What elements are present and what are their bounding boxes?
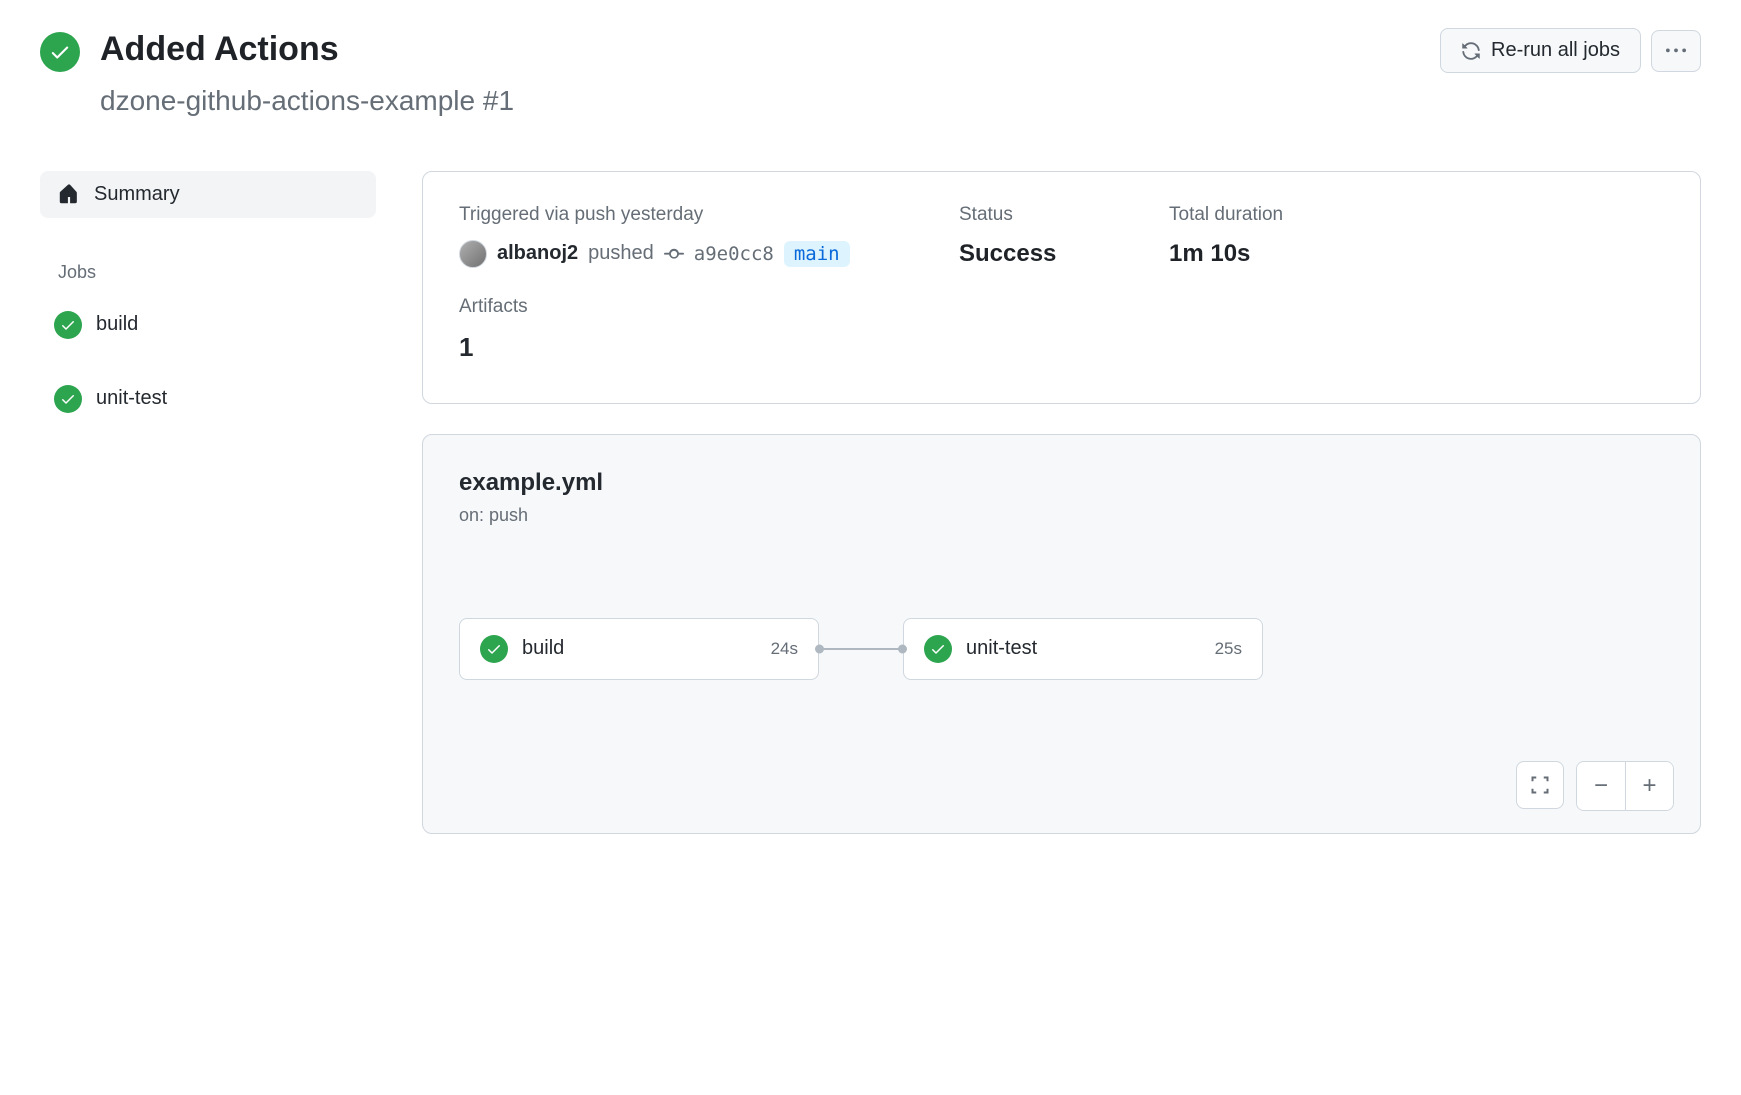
commit-sha-link[interactable]: a9e0cc8 <box>694 243 774 265</box>
page-subtitle: dzone-github-actions-example #1 <box>100 85 514 117</box>
duration-label: Total duration <box>1169 204 1664 226</box>
graph-job-name: build <box>522 637 757 660</box>
avatar[interactable] <box>459 240 487 268</box>
branch-pill[interactable]: main <box>784 241 850 267</box>
username-link[interactable]: albanoj2 <box>497 242 578 265</box>
graph-job-duration: 25s <box>1215 639 1242 659</box>
sync-icon <box>1461 41 1481 61</box>
home-icon <box>58 183 80 205</box>
sidebar-item-summary[interactable]: Summary <box>40 171 376 218</box>
graph-job-duration: 24s <box>771 639 798 659</box>
fit-to-screen-button[interactable] <box>1516 761 1564 809</box>
fullscreen-icon <box>1530 775 1550 795</box>
zoom-out-button[interactable]: − <box>1577 762 1625 810</box>
graph-job-name: unit-test <box>966 637 1201 660</box>
artifacts-label: Artifacts <box>459 296 1664 318</box>
graph-connector <box>819 648 903 650</box>
success-icon <box>924 635 952 663</box>
plus-icon: + <box>1642 772 1656 800</box>
success-icon <box>54 311 82 339</box>
success-icon <box>54 385 82 413</box>
sidebar-job-label: unit-test <box>96 387 167 410</box>
rerun-label: Re-run all jobs <box>1491 39 1620 62</box>
sidebar-job-label: build <box>96 313 138 336</box>
workflow-graph-card: example.yml on: push build 24s unit-test <box>422 434 1701 834</box>
action-verb: pushed <box>588 242 654 265</box>
sidebar-job-unit-test[interactable]: unit-test <box>40 375 376 423</box>
minus-icon: − <box>1594 772 1608 800</box>
workflow-filename[interactable]: example.yml <box>459 469 1664 497</box>
page-title: Added Actions <box>100 28 514 71</box>
rerun-all-jobs-button[interactable]: Re-run all jobs <box>1440 28 1641 73</box>
status-value: Success <box>959 240 1149 268</box>
workflow-trigger: on: push <box>459 505 1664 526</box>
triggered-label: Triggered via push yesterday <box>459 204 939 226</box>
duration-value: 1m 10s <box>1169 240 1664 268</box>
commit-icon <box>664 244 684 264</box>
artifacts-count: 1 <box>459 332 1664 363</box>
status-label: Status <box>959 204 1149 226</box>
zoom-in-button[interactable]: + <box>1625 762 1673 810</box>
summary-card: Triggered via push yesterday albanoj2 pu… <box>422 171 1701 404</box>
graph-job-build[interactable]: build 24s <box>459 618 819 680</box>
more-actions-button[interactable] <box>1651 30 1701 72</box>
success-icon <box>480 635 508 663</box>
sidebar-summary-label: Summary <box>94 183 180 206</box>
kebab-icon <box>1666 41 1686 61</box>
sidebar-jobs-heading: Jobs <box>58 262 376 283</box>
graph-job-unit-test[interactable]: unit-test 25s <box>903 618 1263 680</box>
run-status-icon <box>40 32 80 72</box>
sidebar-job-build[interactable]: build <box>40 301 376 349</box>
